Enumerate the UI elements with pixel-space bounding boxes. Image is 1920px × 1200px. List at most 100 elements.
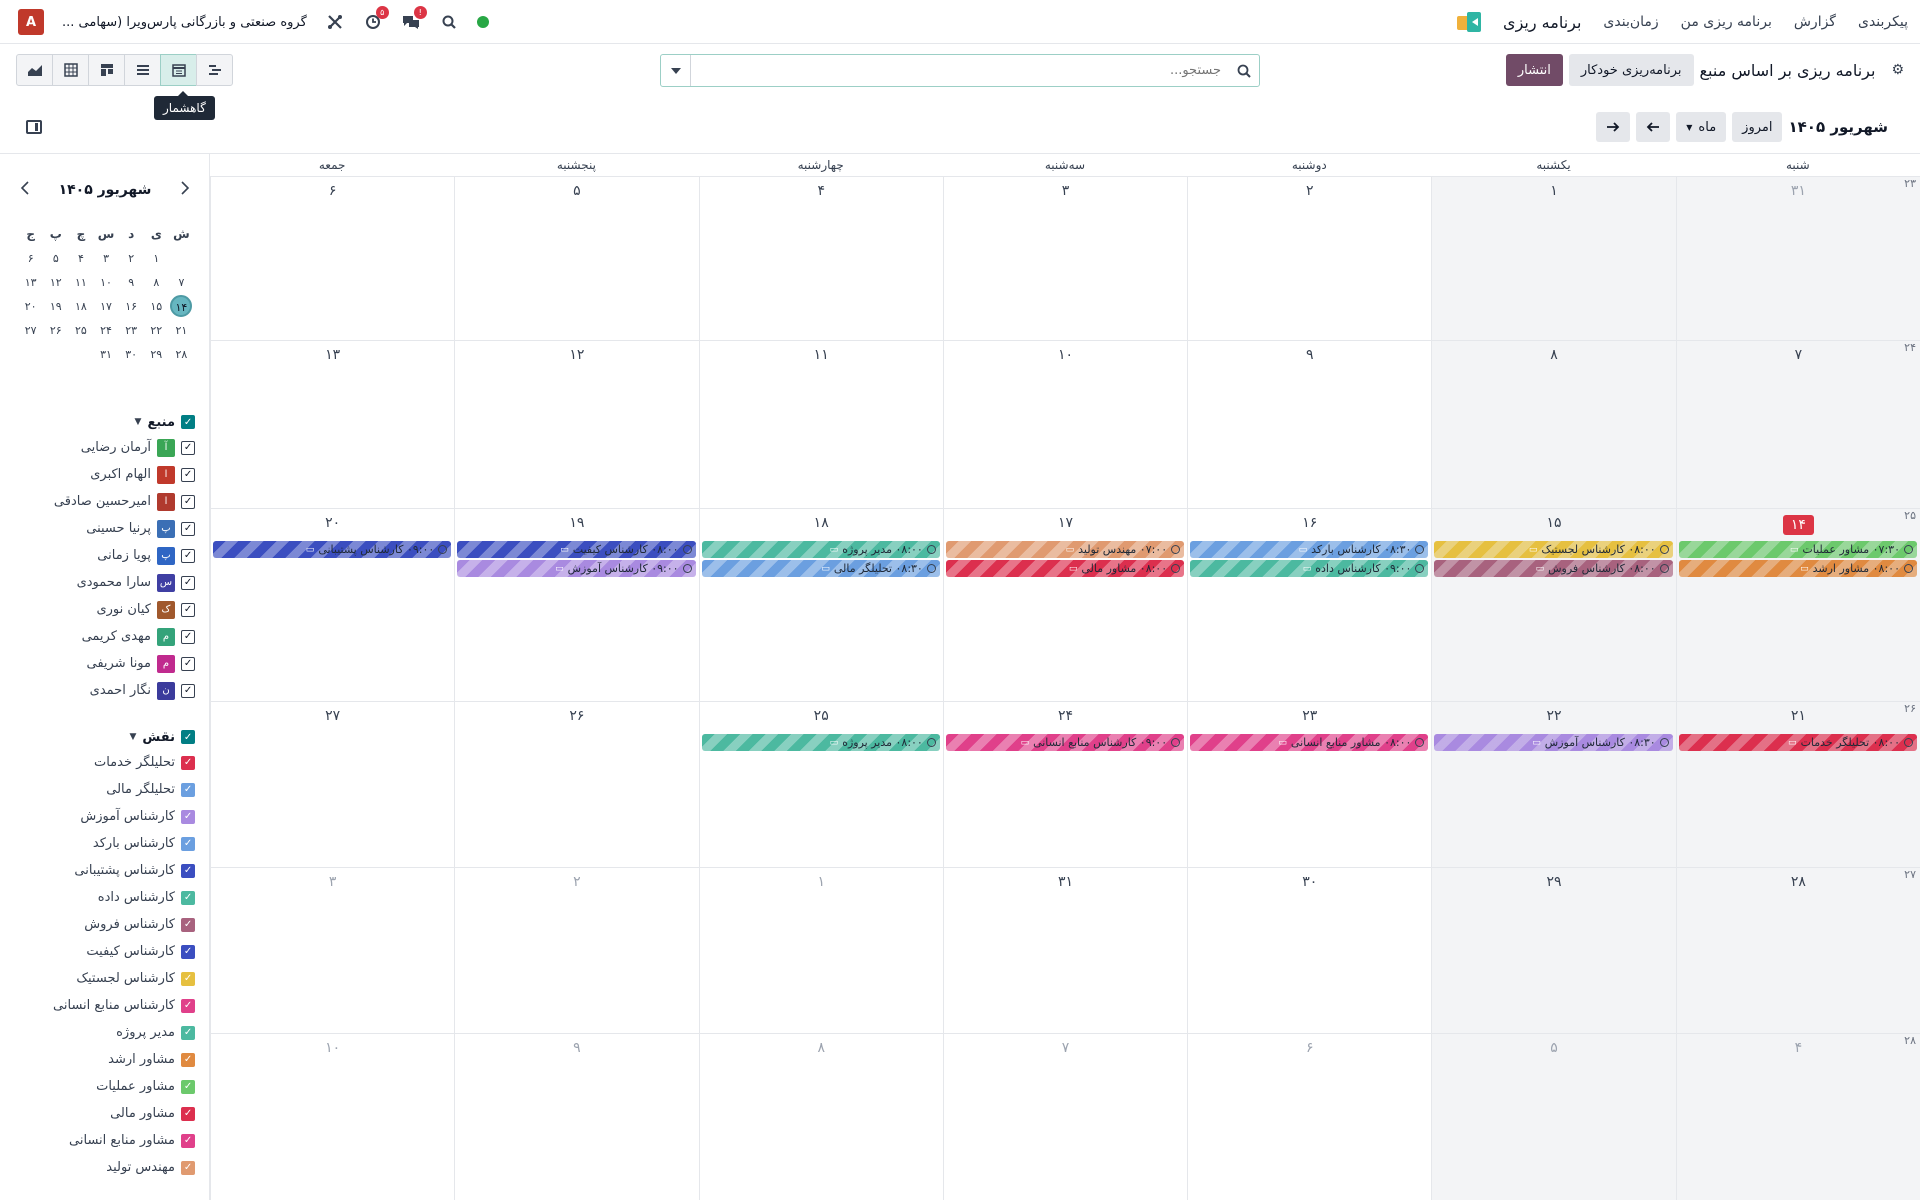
calendar-day-cell[interactable]: ۳۰ (1187, 868, 1431, 1033)
role-checkbox[interactable]: ✓ (181, 755, 195, 770)
activity-clock-icon[interactable]: ۵ (363, 6, 389, 32)
mini-day[interactable]: ۳۰ (119, 348, 144, 361)
mini-day[interactable]: ۲ (119, 252, 144, 265)
calendar-day-cell[interactable]: ۲۸ (1675, 868, 1920, 1033)
calendar-day-cell[interactable]: ۶ (210, 177, 454, 340)
calendar-day-cell[interactable]: ۱۶ (1187, 509, 1431, 701)
mini-day[interactable]: ۸ (144, 276, 169, 289)
today-button[interactable]: امروز (1732, 112, 1783, 142)
search-icon[interactable] (439, 12, 459, 32)
mini-day[interactable]: ۲۴ (94, 324, 119, 337)
mini-day[interactable]: ۲۲ (144, 324, 169, 337)
mini-day[interactable]: ۵ (43, 252, 68, 265)
gantt-view-icon[interactable] (196, 54, 233, 86)
calendar-day-cell[interactable]: ۷ (942, 1034, 1187, 1200)
planning-shift-event[interactable]: ۰۸:۰۰ مدیر پروژه ▭ (701, 734, 940, 751)
day-number[interactable]: ۱۰ (211, 1040, 454, 1056)
role-filter-item[interactable]: ✓ کارشناس پشتیبانی (15, 857, 195, 884)
calendar-day-cell[interactable]: ۱ (698, 868, 943, 1033)
mini-day[interactable]: ۱۶ (119, 300, 144, 313)
day-number[interactable]: ۱۱ (700, 347, 943, 363)
role-checkbox[interactable]: ✓ (181, 890, 195, 905)
resource-all-checkbox[interactable]: ✓ (181, 415, 195, 429)
role-filter-item[interactable]: ✓ کارشناس منابع انسانی (15, 992, 195, 1019)
day-number[interactable]: ۳۱ (944, 874, 1187, 890)
planning-shift-event[interactable]: ۰۸:۰۰ مدیر پروژه ▭ (701, 541, 940, 558)
role-filter-item[interactable]: ✓ مشاور منابع انسانی (15, 1127, 195, 1154)
role-checkbox[interactable]: ✓ (181, 998, 195, 1013)
calendar-day-cell[interactable]: ۲۶ (454, 702, 698, 867)
planning-shift-event[interactable]: ۰۸:۳۰ تحلیلگر مالی ▭ (701, 560, 940, 577)
day-number[interactable]: ۳۰ (1188, 874, 1431, 890)
calendar-day-cell[interactable]: ۶ (1187, 1034, 1431, 1200)
prev-period-button[interactable] (1636, 112, 1671, 142)
mini-day[interactable]: ۱۱ (68, 276, 93, 289)
mini-day[interactable]: ۲۱ (169, 324, 194, 337)
day-number[interactable]: ۸ (1432, 347, 1675, 363)
day-number[interactable]: ۱۳ (211, 347, 454, 363)
calendar-day-cell[interactable]: ۵ (1431, 1034, 1676, 1200)
calendar-day-cell[interactable]: ۲۰ (210, 509, 454, 701)
resource-filter-item[interactable]: ✓ م مونا شریفی (15, 650, 195, 677)
planning-shift-event[interactable]: ۰۸:۰۰ کارشناس کیفیت ▭ (457, 541, 696, 558)
planning-shift-event[interactable]: ۰۸:۰۰ مشاور مالی ▭ (945, 560, 1185, 577)
day-number[interactable]: ۱۷ (944, 515, 1187, 531)
calendar-day-cell[interactable]: ۵ (454, 177, 698, 340)
calendar-day-cell[interactable]: ۲ (1187, 177, 1431, 340)
resource-filter-item[interactable]: ✓ ا امیرحسین صادقی (15, 488, 195, 515)
publish-button[interactable]: انتشار (1505, 54, 1563, 86)
resource-filter-item[interactable]: ✓ ن نگار احمدی (15, 677, 195, 704)
day-number[interactable]: ۲۵ (700, 708, 943, 724)
role-checkbox[interactable]: ✓ (181, 1106, 195, 1121)
day-number[interactable]: ۲۹ (1432, 874, 1675, 890)
role-checkbox[interactable]: ✓ (181, 1160, 195, 1175)
resource-checkbox[interactable]: ✓ (181, 629, 195, 644)
role-filter-item[interactable]: ✓ مدیر پروژه (15, 1019, 195, 1046)
resource-filter-item[interactable]: ✓ آ آرمان رضایی (15, 434, 195, 461)
mini-day[interactable]: ۲۸ (169, 348, 194, 361)
day-number[interactable]: ۱۶ (1188, 515, 1431, 531)
planning-shift-event[interactable]: ۰۸:۰۰ مشاور منابع انسانی ▭ (1190, 734, 1429, 751)
calendar-day-cell[interactable]: ۳ (210, 868, 454, 1033)
day-number[interactable]: ۲۳ (1188, 708, 1431, 724)
day-number[interactable]: ۲۶ (455, 708, 698, 724)
role-checkbox[interactable]: ✓ (181, 863, 195, 878)
planning-shift-event[interactable]: ۰۷:۰۰ مهندس تولید ▭ (945, 541, 1185, 558)
calendar-day-cell[interactable]: ۲۹ (1431, 868, 1676, 1033)
role-checkbox[interactable]: ✓ (181, 1079, 195, 1094)
day-number[interactable]: ۲ (455, 874, 698, 890)
next-period-button[interactable] (1596, 112, 1631, 142)
role-checkbox[interactable]: ✓ (181, 1052, 195, 1067)
resource-filter-item[interactable]: ✓ س سارا محمودی (15, 569, 195, 596)
calendar-day-cell[interactable]: ۱۹ (454, 509, 698, 701)
planning-shift-event[interactable]: ۰۹:۰۰ کارشناس داده ▭ (1190, 560, 1429, 577)
calendar-day-cell[interactable]: ۳۱ (1675, 177, 1920, 340)
resource-checkbox[interactable]: ✓ (181, 548, 195, 563)
search-submit-icon[interactable] (1229, 64, 1259, 78)
list-view-icon[interactable] (124, 54, 161, 86)
day-number[interactable]: ۵ (455, 183, 698, 199)
day-number[interactable]: ۱۰ (944, 347, 1187, 363)
day-number[interactable]: ۱۲ (455, 347, 698, 363)
day-number[interactable]: ۶ (211, 183, 454, 199)
role-filter-item[interactable]: ✓ مشاور مالی (15, 1100, 195, 1127)
day-number[interactable]: ۱۵ (1432, 515, 1675, 531)
day-number[interactable]: ۱۴ (1677, 515, 1920, 535)
role-filter-item[interactable]: ✓ مشاور ارشد (15, 1046, 195, 1073)
day-number[interactable]: ۱۸ (700, 515, 943, 531)
menu-my-planning[interactable]: برنامه ریزی من (1681, 14, 1772, 30)
user-avatar[interactable]: A (18, 9, 44, 35)
planning-shift-event[interactable]: ۰۸:۳۰ کارشناس بارکد ▭ (1190, 541, 1429, 558)
day-number[interactable]: ۹ (455, 1040, 698, 1056)
search-dropdown-toggle[interactable] (661, 55, 691, 86)
planning-shift-event[interactable]: ۰۹:۰۰ کارشناس آموزش ▭ (457, 560, 696, 577)
planning-shift-event[interactable]: ۰۸:۰۰ مشاور ارشد ▭ (1678, 560, 1917, 577)
role-filter-item[interactable]: ✓ کارشناس فروش (15, 911, 195, 938)
mini-day[interactable]: ۲۰ (18, 300, 43, 313)
resource-filter-item[interactable]: ✓ ک کیان نوری (15, 596, 195, 623)
role-checkbox[interactable]: ✓ (181, 836, 195, 851)
mini-day[interactable]: ۴ (68, 252, 93, 265)
calendar-day-cell[interactable]: ۲۴ (942, 702, 1187, 867)
resource-checkbox[interactable]: ✓ (181, 656, 195, 671)
planning-app-icon[interactable] (1455, 12, 1482, 32)
